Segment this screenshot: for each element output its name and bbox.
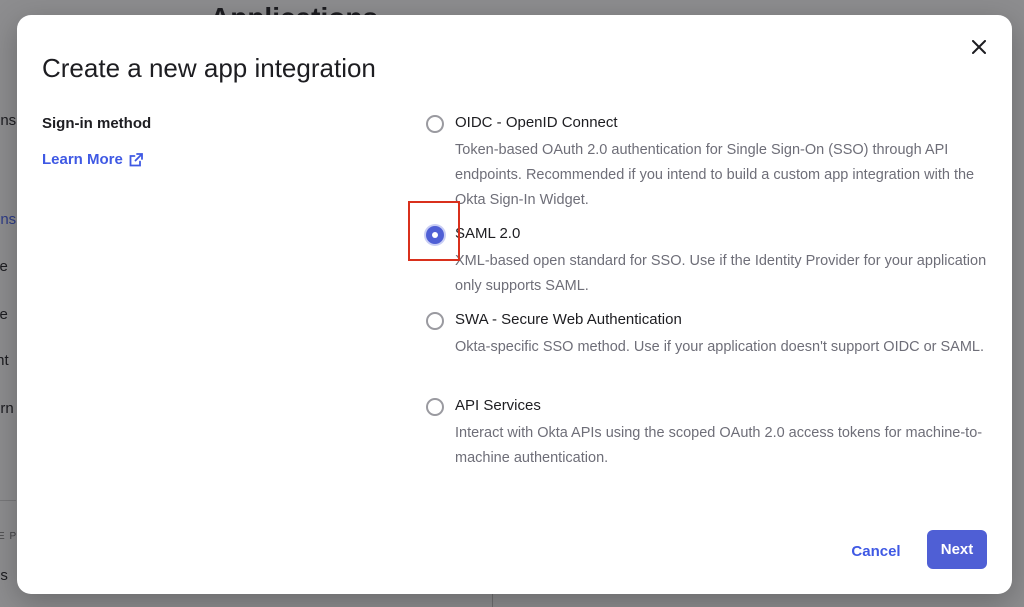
external-link-icon — [129, 152, 143, 166]
option-description: Token-based OAuth 2.0 authentication for… — [455, 142, 975, 208]
option-title: SWA - Secure Web Authentication — [455, 311, 682, 328]
option-description: Okta-specific SSO method. Use if your ap… — [455, 339, 985, 355]
close-button[interactable] — [967, 35, 991, 59]
option-description: XML-based open standard for SSO. Use if … — [455, 253, 987, 294]
radio-icon[interactable] — [426, 115, 444, 133]
next-button[interactable]: Next — [927, 530, 987, 569]
learn-more-label: Learn More — [42, 151, 123, 168]
radio-icon[interactable] — [426, 312, 444, 330]
option-title: API Services — [455, 397, 541, 414]
option-title: OIDC - OpenID Connect — [455, 114, 618, 131]
create-app-integration-dialog: Create a new app integration Sign-in met… — [17, 15, 1012, 594]
radio-icon[interactable] — [426, 398, 444, 416]
dialog-title: Create a new app integration — [42, 53, 376, 83]
close-icon — [972, 40, 986, 54]
highlight-annotation-box — [408, 201, 460, 261]
option-description: Interact with Okta APIs using the scoped… — [455, 425, 983, 466]
learn-more-link[interactable]: Learn More — [42, 151, 143, 168]
option-title: SAML 2.0 — [455, 225, 521, 242]
cancel-button[interactable]: Cancel — [837, 532, 915, 570]
sign-in-method-label: Sign-in method — [42, 115, 152, 132]
